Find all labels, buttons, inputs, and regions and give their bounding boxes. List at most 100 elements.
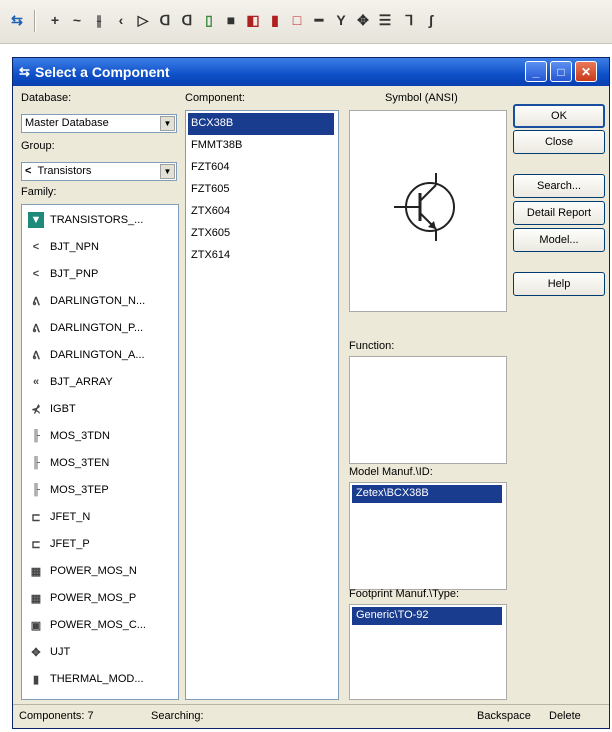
backspace-hint: Backspace bbox=[477, 710, 531, 722]
family-item[interactable]: ▼ TRANSISTORS_... bbox=[28, 209, 143, 231]
component-list[interactable]: BCX38B FMMT38B FZT604 FZT605 ZTX604 ZTX605 ZTX… bbox=[185, 110, 339, 700]
component-item[interactable]: FZT604 bbox=[188, 157, 334, 179]
component-label: Component: bbox=[185, 92, 245, 104]
family-item[interactable]: ╟ MOS_3TDN bbox=[28, 425, 110, 447]
delete-hint: Delete bbox=[549, 710, 581, 722]
component-item[interactable]: BCX38B bbox=[188, 113, 334, 135]
family-item-label: JFET_P bbox=[50, 538, 90, 550]
bus-icon[interactable]: ʃ bbox=[422, 11, 440, 29]
family-item[interactable]: ╟ MOS_3TEN bbox=[28, 452, 109, 474]
mos-3ten-icon: ╟ bbox=[32, 457, 40, 469]
ujt-icon: ✥ bbox=[31, 646, 41, 659]
power-icon[interactable]: □ bbox=[288, 11, 306, 29]
family-item[interactable]: < BJT_NPN bbox=[28, 236, 99, 258]
database-select[interactable]: Master Database ▼ bbox=[21, 114, 177, 133]
indicator-icon[interactable]: ▮ bbox=[266, 11, 284, 29]
maximize-button[interactable]: □ bbox=[550, 61, 572, 82]
family-item[interactable]: ╟ MOS_3TEP bbox=[28, 479, 109, 501]
analog-icon[interactable]: ᗡ bbox=[156, 11, 174, 29]
footprint-label: Footprint Manuf.\Type: bbox=[349, 588, 460, 600]
family-item-label: TRANSISTORS_... bbox=[50, 214, 144, 226]
family-item[interactable]: ✥ UJT bbox=[28, 641, 70, 663]
resistor-icon[interactable]: ~ bbox=[68, 11, 86, 29]
group-select[interactable]: < Transistors ▼ bbox=[21, 162, 177, 181]
bjt-npn-icon: < bbox=[32, 241, 40, 253]
group-label: Group: bbox=[21, 140, 55, 152]
family-item[interactable]: ᕕ DARLINGTON_P... bbox=[28, 317, 143, 339]
family-item-label: DARLINGTON_P... bbox=[50, 322, 144, 334]
family-item-label: POWER_MOS_N bbox=[50, 565, 137, 577]
family-item[interactable]: ▣ POWER_MOS_C... bbox=[28, 614, 146, 636]
model-value[interactable]: Zetex\BCX38B bbox=[352, 485, 502, 503]
probe-icon[interactable]: + bbox=[46, 11, 64, 29]
group-value: Transistors bbox=[37, 165, 92, 177]
diode-icon[interactable]: ‹ bbox=[112, 11, 130, 29]
jfet-n-icon: ⊏ bbox=[31, 511, 41, 524]
component-item[interactable]: FMMT38B bbox=[188, 135, 334, 157]
mos-3tdn-icon: ╟ bbox=[32, 430, 40, 442]
model-list[interactable]: Zetex\BCX38B bbox=[349, 482, 507, 590]
family-item-label: POWER_MOS_P bbox=[50, 592, 137, 604]
electromech-icon[interactable]: ☰ bbox=[376, 11, 394, 29]
jfet-p-icon: ⊏ bbox=[31, 538, 41, 551]
rf-icon[interactable]: ✥ bbox=[354, 11, 372, 29]
family-item[interactable]: ▦ POWER_MOS_N bbox=[28, 560, 137, 582]
toolbar-separator bbox=[34, 10, 36, 32]
family-item[interactable]: ▦ POWER_MOS_P bbox=[28, 587, 136, 609]
mos-3tep-icon: ╟ bbox=[32, 484, 40, 496]
close-window-button[interactable]: ✕ bbox=[575, 61, 597, 82]
component-icon: ⇆ bbox=[19, 64, 30, 79]
bjt-array-icon: « bbox=[32, 376, 40, 388]
dialog-title: Select a Component bbox=[35, 64, 170, 80]
family-item-label: UJT bbox=[50, 646, 71, 658]
advanced-peripheral-icon[interactable]: Y bbox=[332, 11, 350, 29]
power-mos-n-icon: ▦ bbox=[30, 565, 42, 578]
family-item-label: IGBT bbox=[50, 403, 76, 415]
component-item[interactable]: ZTX605 bbox=[188, 223, 334, 245]
model-button[interactable]: Model... bbox=[513, 228, 605, 252]
detail-report-button[interactable]: Detail Report bbox=[513, 201, 605, 225]
darlington-pnp-icon: ᕕ bbox=[32, 322, 40, 335]
family-item[interactable]: « BJT_ARRAY bbox=[28, 371, 113, 393]
thermal-model-icon: ▮ bbox=[32, 673, 40, 686]
mixed-icon[interactable]: ◧ bbox=[244, 11, 262, 29]
family-item[interactable]: ▮ THERMAL_MOD... bbox=[28, 668, 144, 690]
close-button[interactable]: Close bbox=[513, 130, 605, 154]
family-list[interactable]: ▼ TRANSISTORS_... < BJT_NPN < BJT_PNP ᕕ DARLING… bbox=[21, 204, 179, 700]
minimize-button[interactable]: _ bbox=[525, 61, 547, 82]
search-button[interactable]: Search... bbox=[513, 174, 605, 198]
ok-button[interactable]: OK bbox=[513, 104, 605, 128]
ttl-icon[interactable]: ᗡ bbox=[178, 11, 196, 29]
family-item[interactable]: ⊏ JFET_P bbox=[28, 533, 90, 555]
antenna-icon[interactable]: ᒣ bbox=[400, 11, 418, 29]
igbt-icon: ⊀ bbox=[31, 403, 41, 416]
function-box bbox=[349, 356, 507, 464]
help-button[interactable]: Help bbox=[513, 272, 605, 296]
component-item[interactable]: ZTX604 bbox=[188, 201, 334, 223]
chevron-down-icon[interactable]: ▼ bbox=[160, 164, 175, 179]
family-item[interactable]: ᕕ DARLINGTON_A... bbox=[28, 344, 144, 366]
family-item[interactable]: ᕕ DARLINGTON_N... bbox=[28, 290, 145, 312]
all-transistors-icon: ▼ bbox=[28, 212, 44, 228]
footprint-value[interactable]: Generic\TO-92 bbox=[352, 607, 502, 625]
bjt-pnp-icon: < bbox=[32, 268, 40, 280]
component-item[interactable]: FZT605 bbox=[188, 179, 334, 201]
family-item[interactable]: < BJT_PNP bbox=[28, 263, 99, 285]
misc-icon[interactable]: ━ bbox=[310, 11, 328, 29]
layout-icon[interactable]: ⇆ bbox=[8, 11, 26, 29]
family-item[interactable]: ⊀ IGBT bbox=[28, 398, 76, 420]
family-item[interactable]: ⊏ JFET_N bbox=[28, 506, 90, 528]
database-label: Database: bbox=[21, 92, 72, 104]
dialog-title-bar: ⇆ Select a Component _ □ ✕ bbox=[13, 58, 609, 86]
capacitor-icon[interactable]: ⫲ bbox=[90, 11, 108, 29]
misc-digital-icon[interactable]: ■ bbox=[222, 11, 240, 29]
database-value: Master Database bbox=[25, 117, 109, 129]
cmos-icon[interactable]: ▯ bbox=[200, 11, 218, 29]
footprint-list[interactable]: Generic\TO-92 bbox=[349, 604, 507, 700]
power-mos-comp-icon: ▣ bbox=[30, 619, 42, 632]
component-item[interactable]: ZTX614 bbox=[188, 245, 334, 267]
transistor-icon[interactable]: ▷ bbox=[134, 11, 152, 29]
family-item-label: DARLINGTON_N... bbox=[50, 295, 146, 307]
chevron-down-icon[interactable]: ▼ bbox=[160, 116, 175, 131]
model-label: Model Manuf.\ID: bbox=[349, 466, 433, 478]
